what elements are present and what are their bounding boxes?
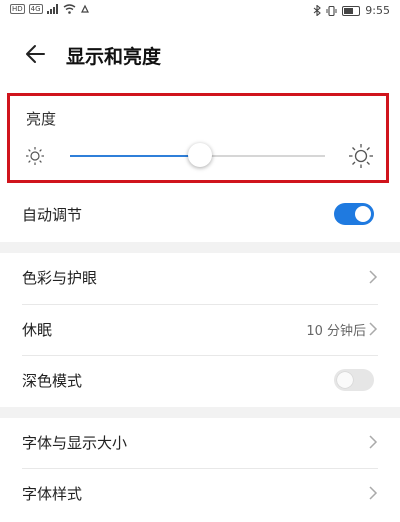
vibrate-icon [326,5,337,16]
sleep-label: 休眠 [22,321,53,339]
sleep-row[interactable]: 休眠 10 分钟后 [0,305,400,355]
status-right: 9:55 [313,4,390,17]
dark-mode-toggle[interactable] [334,369,374,391]
status-time: 9:55 [365,4,390,17]
font-size-label: 字体与显示大小 [22,434,128,452]
chevron-right-icon [369,322,378,336]
sun-small-icon [26,147,44,165]
sun-large-icon [349,144,373,168]
eye-comfort-label: 色彩与护眼 [22,269,98,287]
brightness-slider[interactable] [70,143,325,167]
header: 显示和亮度 [0,30,400,78]
notification-icon [80,4,89,13]
section-gap [0,407,400,418]
bluetooth-icon [313,5,322,16]
chevron-right-icon [369,270,378,284]
battery-icon [342,5,361,16]
section-gap [0,242,400,253]
toggle-knob [337,372,353,388]
chevron-right-icon [369,435,378,449]
hd-badge: HD [10,4,25,14]
eye-comfort-row[interactable]: 色彩与护眼 [0,253,400,303]
font-style-row[interactable]: 字体样式 [0,469,400,519]
auto-adjust-row[interactable]: 自动调节 [0,190,400,240]
auto-adjust-label: 自动调节 [22,206,83,224]
brightness-slider-thumb[interactable] [188,143,213,167]
font-style-label: 字体样式 [22,485,83,503]
network-badge: 4G [28,4,43,14]
arrow-left-icon[interactable] [22,40,50,68]
wifi-icon [63,4,75,14]
brightness-slider-fill [70,155,201,157]
font-size-row[interactable]: 字体与显示大小 [0,418,400,468]
status-bar: HD 4G 9:55 [0,0,400,22]
brightness-section: 亮度 [7,93,389,183]
brightness-label: 亮度 [26,110,57,128]
page-title: 显示和亮度 [66,46,162,68]
auto-adjust-toggle[interactable] [334,203,374,225]
chevron-right-icon [369,486,378,500]
signal-icon [46,4,58,14]
status-left: HD 4G [10,4,90,14]
sleep-value: 10 分钟后 [306,324,366,339]
dark-mode-row[interactable]: 深色模式 [0,356,400,406]
dark-mode-label: 深色模式 [22,372,83,390]
toggle-knob [355,206,371,222]
